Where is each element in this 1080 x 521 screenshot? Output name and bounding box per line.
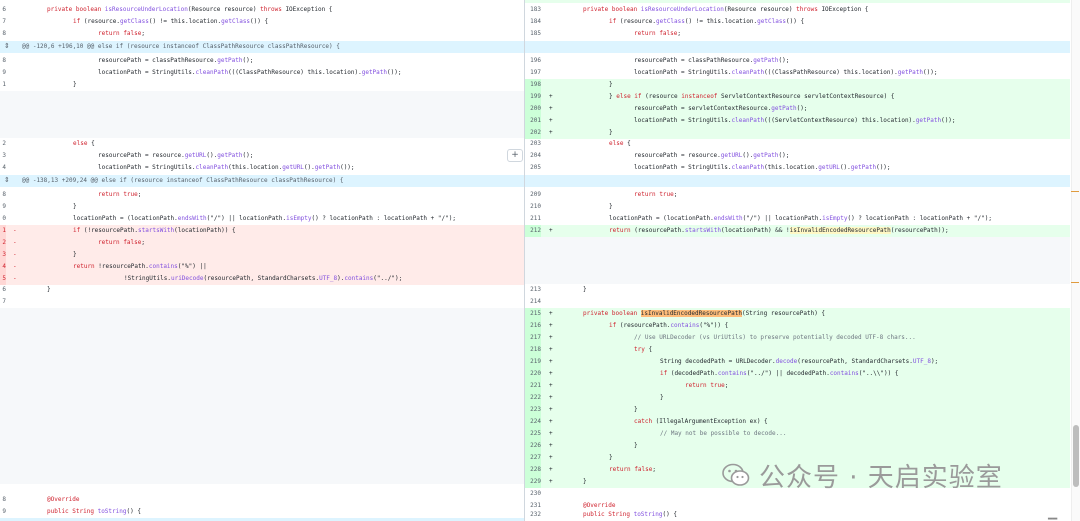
added-line: 201 + locationPath = StringUtils.cleanPa… [525,115,1070,127]
diff-line: 7 [2,298,6,305]
corner-glyph: ▂▂ [1048,513,1058,520]
diff-line: 214 [530,298,541,305]
diff-line: 9 public String toString() { [2,508,141,515]
watermark-text: 公众号 · 天启实验室 [759,462,1003,493]
added-line: 225 + // May not be possible to decode..… [525,428,1070,440]
added-line: 226 + } [525,440,1070,452]
diff-line: 7 if (resource.getClass() != this.locati… [2,18,269,25]
diff-line: 8 @Override [2,496,80,503]
wechat-icon [722,463,750,486]
diff-line: 0 locationPath = (locationPath.endsWith(… [2,215,456,222]
added-line: 224 + catch (IllegalArgumentException ex… [525,416,1070,428]
added-line: 218 + try { [525,344,1070,356]
scroll-marker [1071,282,1079,283]
added-line: 220 + if (decodedPath.contains("../") ||… [525,368,1070,380]
diff-line: 183 private boolean isResourceUnderLocat… [530,6,869,13]
diff-line: 1 } [2,81,77,88]
added-line: 212 + return (resourcePath.startsWith(lo… [525,225,1070,237]
added-line: 221 + return true; [525,380,1070,392]
diff-right-pane: 183 private boolean isResourceUnderLocat… [525,0,1070,521]
wechat-watermark: 公众号 · 天启实验室 [721,455,1003,495]
diff-line: 205 locationPath = StringUtils.cleanPath… [530,164,891,171]
diff-line: 8 resourcePath = classPathResource.getPa… [2,57,254,64]
added-line: 202 + } [525,127,1070,139]
diff-line: 203 else { [530,140,631,147]
vertical-scrollbar[interactable] [1071,0,1080,521]
empty-filler [0,91,525,138]
diff-line: 8 return true; [2,191,142,198]
diff-line: 197 locationPath = StringUtils.cleanPath… [530,69,938,76]
added-line: 217 + // Use URLDecoder (vs UriUtils) to… [525,332,1070,344]
diff-line: 2 else { [2,140,95,147]
scroll-marker [1071,191,1079,192]
added-line: 216 + if (resourcePath.contains("%")) { [525,320,1070,332]
add-comment-button[interactable]: + [507,149,523,162]
empty-filler [525,237,1070,284]
diff-line: 213 } [530,286,587,293]
expand-icon[interactable]: ⇕ [4,175,14,186]
diff-line: 8 return false; [2,30,145,37]
hunk-header [525,41,1070,53]
empty-filler [0,308,525,484]
hunk-header[interactable]: ⇕ @@ -120,6 +196,10 @@ else if (resource… [0,41,525,53]
diff-line: 6 } [2,286,51,293]
diff-line: 185 return false; [530,30,681,37]
diff-line: 9 locationPath = StringUtils.cleanPath((… [2,69,402,76]
added-line: 223 + } [525,404,1070,416]
diff-line: 198 } [525,79,1070,91]
diff-left-pane: 6 private boolean isResourceUnderLocatio… [0,0,525,521]
added-line: 215 + private boolean isInvalidEncodedRe… [525,308,1070,320]
added-line: 222 + } [525,392,1070,404]
diff-line: 210 } [530,203,613,210]
hunk-header[interactable]: ⇕ @@ -138,13 +209,24 @@ else if (resourc… [0,175,525,187]
scrollbar-thumb[interactable] [1073,425,1079,487]
diff-line: 196 resourcePath = classPathResource.get… [530,57,790,64]
diff-line: 6 private boolean isResourceUnderLocatio… [2,6,333,13]
added-line: 219 + String decodedPath = URLDecoder.de… [525,356,1070,368]
expand-icon[interactable]: ⇕ [4,41,14,52]
deleted-line: 2 - return false; [0,237,525,249]
diff-line: 204 resourcePath = resource.getURL().get… [530,152,790,159]
added-line: 199 + } else if (resource instanceof Ser… [525,91,1070,103]
diff-line: 184 if (resource.getClass() != this.loca… [530,18,805,25]
diff-line: 232 public String toString() { [530,511,677,518]
added-line: 200 + resourcePath = servletContextResou… [525,103,1070,115]
diff-line: 9 } [2,203,77,210]
deleted-line: 4 - return !resourcePath.contains("%") |… [0,261,525,273]
hunk-header [525,175,1070,187]
diff-line: 211 locationPath = (locationPath.endsWit… [530,215,992,222]
deleted-line: 5 - !StringUtils.uriDecode(resourcePath,… [0,273,525,285]
diff-line: 4 locationPath = StringUtils.cleanPath(t… [2,164,355,171]
deleted-line: 3 - } [0,249,525,261]
diff-line: 3 resourcePath = resource.getURL().getPa… [2,152,254,159]
diff-line: 209 return true; [530,191,678,198]
deleted-line: 1 - if (!resourcePath.startsWith(locatio… [0,225,525,237]
